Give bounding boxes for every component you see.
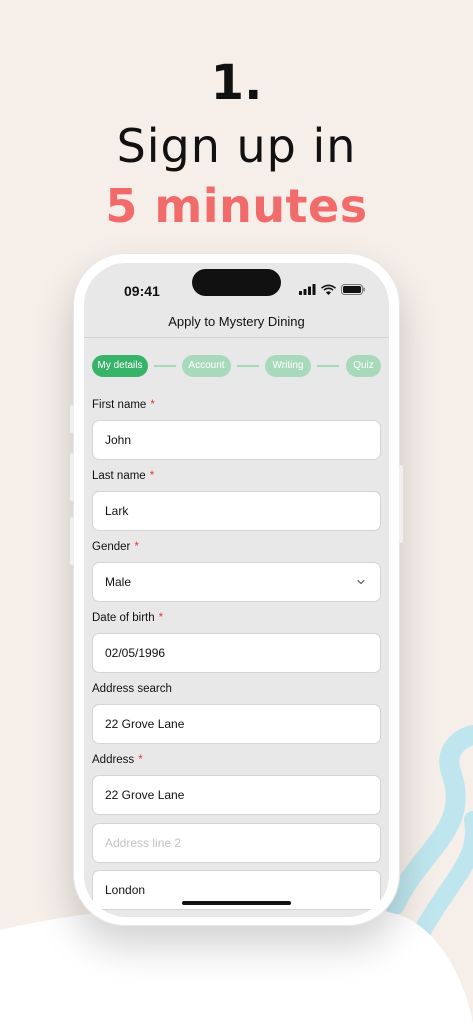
first-name-field[interactable] bbox=[92, 420, 381, 460]
phone-side-button bbox=[70, 405, 74, 433]
address-search-input[interactable] bbox=[92, 704, 381, 744]
status-icons bbox=[299, 284, 365, 295]
step-number: 1. bbox=[210, 55, 263, 111]
step-writing[interactable]: Writing bbox=[265, 355, 311, 377]
gender-label: Gender * bbox=[92, 541, 139, 553]
cellular-signal-icon bbox=[299, 284, 316, 295]
phone-mockup: 09:41 Apply to Mystery Dining My details… bbox=[70, 253, 403, 926]
phone-volume-down bbox=[70, 517, 74, 565]
header-divider bbox=[84, 337, 389, 338]
dob-label: Date of birth * bbox=[92, 612, 164, 624]
status-time: 09:41 bbox=[124, 283, 160, 299]
step-connector bbox=[237, 365, 259, 367]
step-my-details[interactable]: My details bbox=[92, 355, 148, 377]
battery-icon bbox=[341, 284, 365, 295]
progress-stepper: My details Account Writing Quiz bbox=[92, 355, 381, 377]
required-marker: * bbox=[149, 470, 155, 482]
required-marker: * bbox=[134, 541, 139, 553]
phone-power-button bbox=[399, 465, 403, 543]
headline-line-2: 5 minutes bbox=[105, 179, 368, 233]
step-quiz[interactable]: Quiz bbox=[346, 355, 381, 377]
address-search-label: Address search bbox=[92, 683, 172, 695]
last-name-field[interactable] bbox=[92, 491, 381, 531]
dob-field[interactable] bbox=[92, 633, 381, 673]
required-marker: * bbox=[150, 399, 155, 411]
address-label: Address * bbox=[92, 754, 143, 766]
headline: 1. Sign up in 5 minutes bbox=[0, 52, 473, 236]
app-header-title: Apply to Mystery Dining bbox=[168, 314, 305, 329]
status-bar: 09:41 bbox=[84, 263, 389, 307]
gender-selected-value: Male bbox=[105, 575, 132, 589]
wifi-icon bbox=[321, 284, 336, 295]
step-account[interactable]: Account bbox=[182, 355, 231, 377]
dynamic-island bbox=[192, 269, 281, 296]
last-name-label: Last name * bbox=[92, 470, 155, 482]
phone-screen: 09:41 Apply to Mystery Dining My details… bbox=[84, 263, 389, 917]
home-indicator[interactable] bbox=[182, 901, 291, 905]
headline-line-1: Sign up in bbox=[116, 119, 357, 173]
gender-select[interactable]: Male bbox=[92, 562, 381, 602]
required-marker: * bbox=[158, 612, 164, 624]
chevron-down-icon bbox=[357, 579, 365, 585]
first-name-label: First name * bbox=[92, 399, 155, 411]
address-line-1-field[interactable] bbox=[92, 775, 381, 815]
required-marker: * bbox=[138, 754, 143, 766]
step-connector bbox=[154, 365, 176, 367]
step-connector bbox=[317, 365, 339, 367]
address-line-2-field[interactable] bbox=[92, 823, 381, 863]
phone-volume-up bbox=[70, 453, 74, 501]
